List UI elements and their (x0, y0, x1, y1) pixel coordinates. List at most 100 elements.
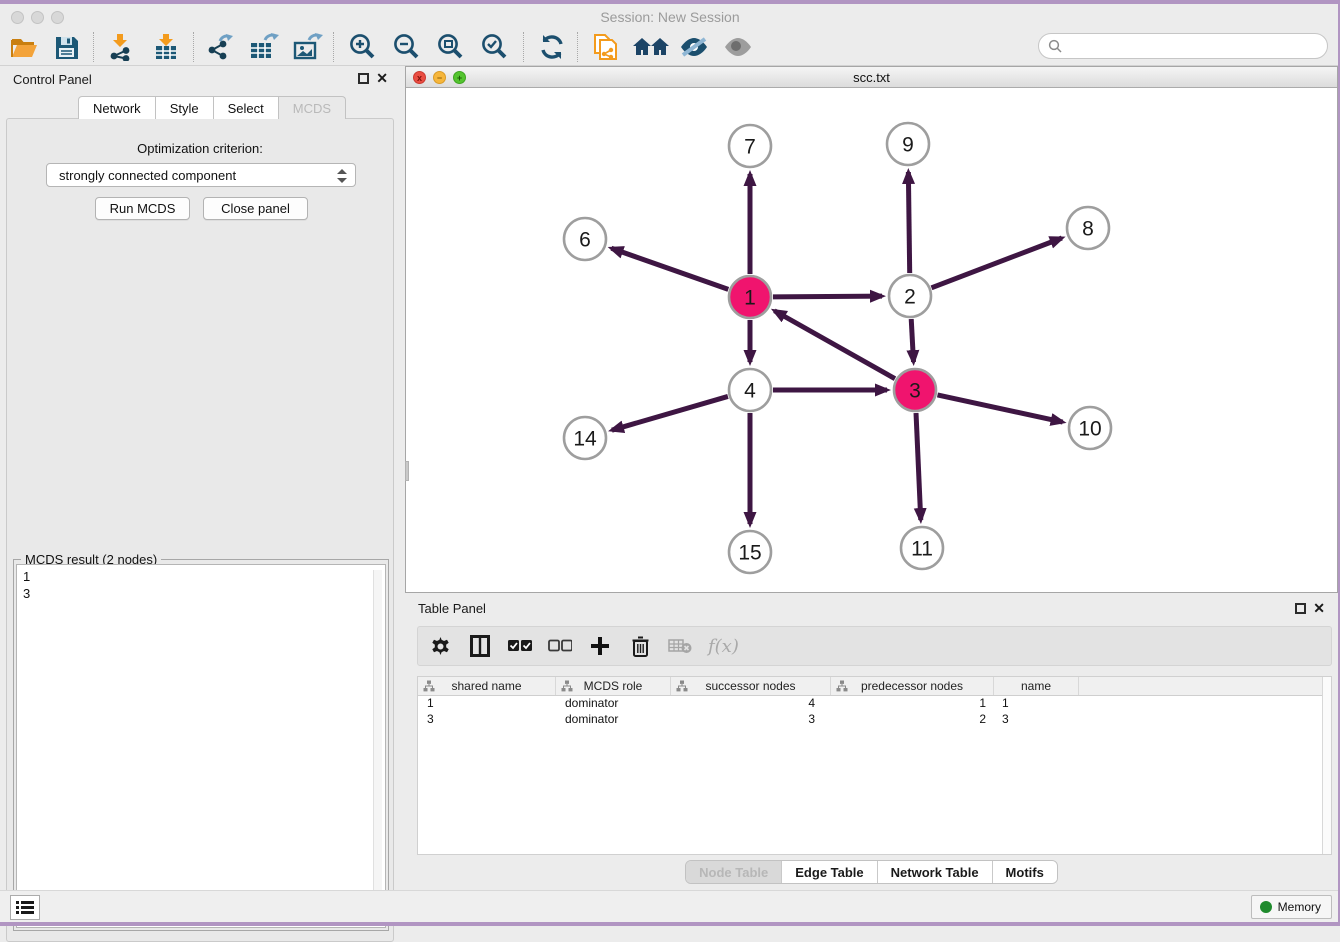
export-image-button[interactable] (292, 31, 324, 63)
home-views-button[interactable] (632, 31, 670, 63)
node-table: shared name MCDS role successor nodes pr… (417, 676, 1332, 855)
search-field[interactable] (1038, 33, 1328, 59)
table-row[interactable]: 3 dominator 3 2 3 (418, 712, 1331, 728)
network-canvas[interactable]: 7968124314101511 (406, 88, 1337, 592)
task-history-button[interactable] (10, 895, 40, 920)
cell-predecessor-nodes[interactable]: 1 (831, 696, 994, 712)
export-network-icon (206, 33, 234, 61)
zoom-selected-button[interactable] (478, 31, 510, 63)
export-table-button[interactable] (248, 31, 280, 63)
cell-name[interactable]: 1 (994, 696, 1079, 712)
control-panel: Control Panel ✕ Network Style Select MCD… (0, 66, 400, 890)
zoom-in-button[interactable] (346, 31, 378, 63)
graph-edge-2-9[interactable] (908, 172, 909, 273)
cell-mcds-role[interactable]: dominator (556, 696, 671, 712)
cell-shared-name[interactable]: 1 (418, 696, 556, 712)
graph-edge-1-6[interactable] (611, 248, 728, 289)
gear-icon (431, 637, 450, 656)
graph-node-label: 3 (909, 380, 921, 403)
graph-node-label: 7 (744, 136, 756, 159)
tab-style[interactable]: Style (156, 96, 214, 119)
desktop-edge-bottom (0, 922, 1340, 926)
graph-edge-1-2[interactable] (773, 296, 882, 297)
control-panel-tabs: Network Style Select MCDS (78, 96, 346, 119)
export-image-icon (293, 33, 323, 61)
close-panel-icon[interactable]: ✕ (1313, 600, 1325, 617)
column-type-icon (423, 680, 435, 692)
splitter-grip[interactable] (405, 461, 409, 481)
run-mcds-button[interactable]: Run MCDS (95, 197, 190, 220)
cell-name[interactable]: 3 (994, 712, 1079, 728)
cell-successor-nodes[interactable]: 4 (671, 696, 831, 712)
memory-label: Memory (1278, 900, 1321, 914)
export-network-button[interactable] (204, 31, 236, 63)
zoom-selected-icon (480, 33, 508, 61)
zoom-fit-button[interactable] (434, 31, 466, 63)
graph-edge-2-8[interactable] (931, 238, 1061, 288)
plus-icon (590, 636, 610, 656)
float-panel-icon[interactable] (1295, 603, 1306, 614)
show-columns-button[interactable] (468, 634, 492, 658)
tab-select[interactable]: Select (214, 96, 279, 119)
close-panel-icon[interactable]: ✕ (376, 70, 388, 87)
graph-edge-4-14[interactable] (612, 396, 728, 430)
tab-node-table[interactable]: Node Table (686, 861, 781, 883)
graph-edge-3-11[interactable] (916, 413, 921, 520)
houses-icon (632, 35, 670, 59)
column-header-predecessor-nodes[interactable]: predecessor nodes (831, 677, 994, 695)
tab-network-table[interactable]: Network Table (877, 861, 992, 883)
save-icon (54, 35, 79, 60)
memory-button[interactable]: Memory (1251, 895, 1332, 919)
save-session-button[interactable] (50, 31, 82, 63)
network-graph[interactable]: 7968124314101511 (406, 88, 1337, 592)
column-header-name[interactable]: name (994, 677, 1079, 695)
window-title: Session: New Session (0, 9, 1340, 25)
float-panel-icon[interactable] (358, 73, 369, 84)
table-settings-button[interactable] (428, 634, 452, 658)
tab-network[interactable]: Network (78, 96, 156, 119)
tab-mcds[interactable]: MCDS (279, 96, 346, 119)
function-builder-button[interactable]: f(x) (708, 636, 739, 657)
graph-edge-2-3[interactable] (911, 319, 913, 362)
trash-icon (632, 636, 649, 657)
graph-edge-3-1[interactable] (774, 311, 895, 379)
import-network-button[interactable] (104, 31, 136, 63)
hide-details-button[interactable] (678, 31, 710, 63)
network-file-button[interactable] (590, 31, 622, 63)
graph-node-label: 6 (579, 229, 591, 252)
column-header-shared-name[interactable]: shared name (418, 677, 556, 695)
network-window-titlebar[interactable]: x − + scc.txt (406, 67, 1337, 88)
search-input[interactable] (1067, 36, 1327, 56)
cell-predecessor-nodes[interactable]: 2 (831, 712, 994, 728)
graph-node-label: 2 (904, 286, 916, 309)
tab-edge-table[interactable]: Edge Table (781, 861, 876, 883)
mcds-panel: Optimization criterion: strongly connect… (6, 118, 394, 942)
add-column-button[interactable] (588, 634, 612, 658)
mcds-result-group: MCDS result (2 nodes) 1 3 (13, 559, 389, 931)
cell-successor-nodes[interactable]: 3 (671, 712, 831, 728)
select-all-button[interactable] (508, 634, 532, 658)
deselect-all-button[interactable] (548, 634, 572, 658)
delete-column-button[interactable] (628, 634, 652, 658)
column-header-successor-nodes[interactable]: successor nodes (671, 677, 831, 695)
delete-table-button[interactable] (668, 634, 692, 658)
close-panel-button[interactable]: Close panel (203, 197, 308, 220)
column-label: successor nodes (705, 679, 795, 693)
zoom-out-button[interactable] (390, 31, 422, 63)
mcds-result-textarea[interactable]: 1 3 (16, 564, 386, 928)
result-scrollbar[interactable] (373, 570, 382, 924)
select-all-icon (508, 639, 532, 653)
table-panel: Table Panel ✕ f(x) shared (405, 597, 1338, 890)
column-header-mcds-role[interactable]: MCDS role (556, 677, 671, 695)
show-details-button[interactable] (722, 31, 754, 63)
import-table-button[interactable] (150, 31, 182, 63)
cell-shared-name[interactable]: 3 (418, 712, 556, 728)
open-session-button[interactable] (8, 31, 40, 63)
table-row[interactable]: 1 dominator 4 1 1 (418, 696, 1331, 712)
cell-mcds-role[interactable]: dominator (556, 712, 671, 728)
table-scrollbar[interactable] (1322, 677, 1331, 854)
criterion-dropdown[interactable]: strongly connected component (46, 163, 356, 187)
graph-edge-3-10[interactable] (937, 395, 1062, 422)
refresh-button[interactable] (536, 31, 568, 63)
tab-motifs[interactable]: Motifs (992, 861, 1057, 883)
